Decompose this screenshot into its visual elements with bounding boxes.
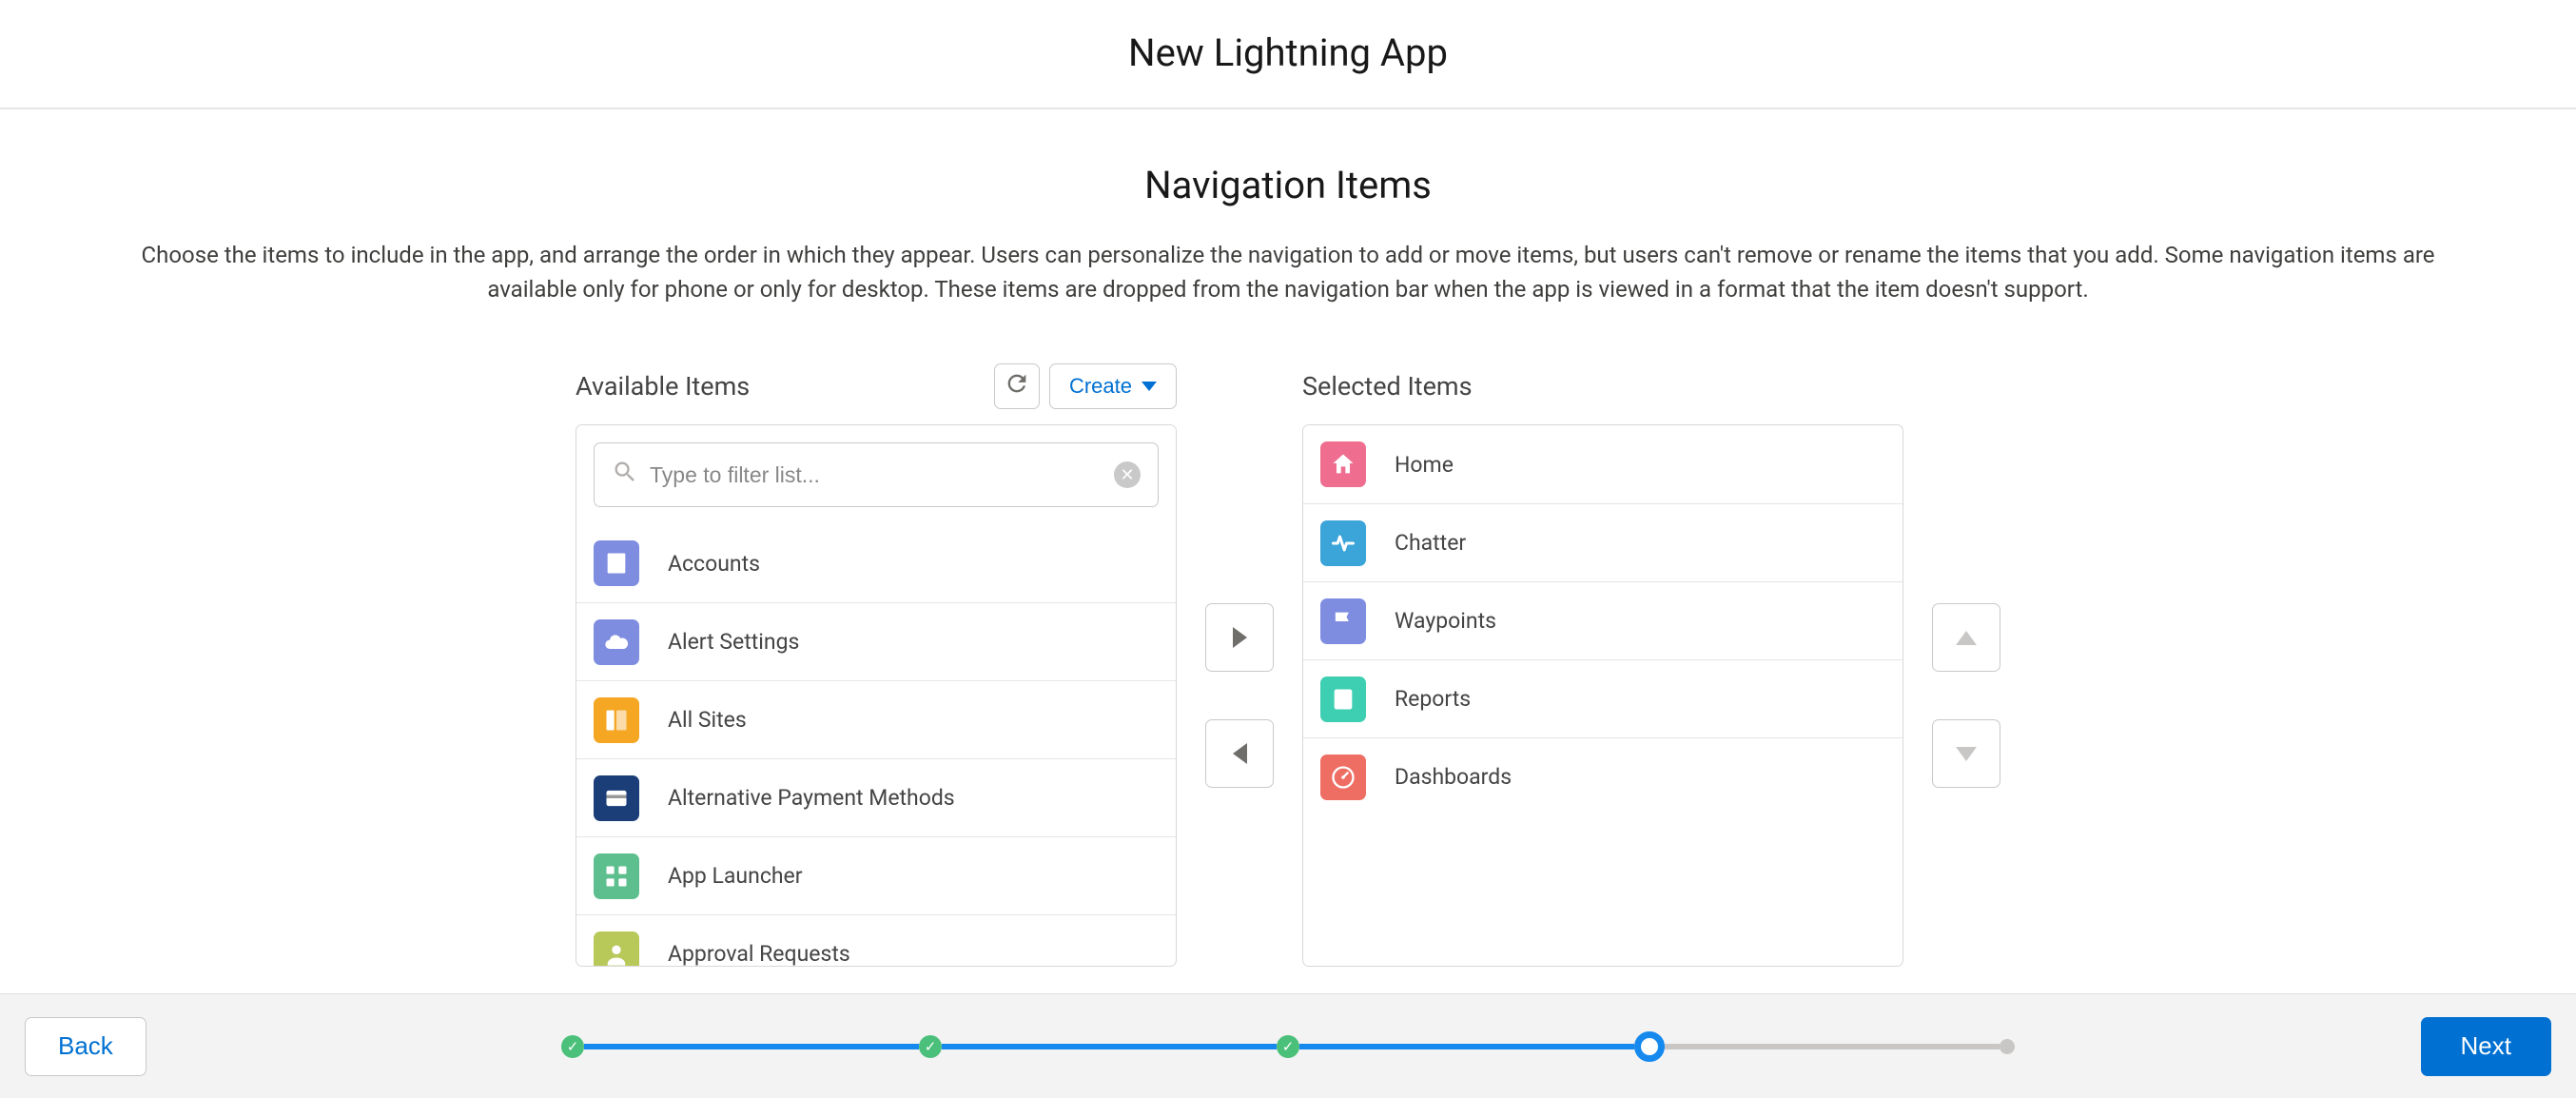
check-icon: ✓	[1277, 1035, 1299, 1058]
progress-line	[584, 1044, 919, 1049]
cloud-icon	[594, 619, 639, 665]
list-item-label: Reports	[1395, 686, 1471, 712]
person-icon	[594, 931, 639, 967]
progress-step-1: ✓	[561, 1035, 584, 1058]
search-input[interactable]	[650, 462, 1114, 488]
modal-header: New Lightning App	[0, 0, 2576, 109]
move-down-button[interactable]	[1932, 719, 2000, 788]
progress-line	[942, 1044, 1277, 1049]
add-remove-controls	[1205, 424, 1274, 967]
future-step-icon	[2000, 1039, 2015, 1054]
list-item-label: Alert Settings	[668, 629, 799, 655]
available-item[interactable]: Accounts	[576, 524, 1176, 602]
progress-step-3: ✓	[1277, 1035, 1299, 1058]
remove-button[interactable]	[1205, 719, 1274, 788]
reorder-controls	[1932, 424, 2000, 967]
list-item-label: Waypoints	[1395, 608, 1496, 634]
selected-item-list: Home Chatter Waypoints Reports Dashboards	[1303, 425, 1903, 815]
available-item[interactable]: Alternative Payment Methods	[576, 758, 1176, 836]
gauge-icon	[1320, 755, 1366, 800]
list-item-label: Accounts	[668, 551, 760, 577]
selected-item[interactable]: Chatter	[1303, 503, 1903, 581]
layout-icon	[594, 697, 639, 743]
move-up-button[interactable]	[1932, 603, 2000, 672]
add-button[interactable]	[1205, 603, 1274, 672]
next-button[interactable]: Next	[2421, 1017, 2551, 1076]
content-area: Navigation Items Choose the items to inc…	[0, 109, 2576, 967]
section-title: Navigation Items	[95, 163, 2481, 207]
progress-step-4	[1634, 1031, 1665, 1062]
selected-item[interactable]: Home	[1303, 425, 1903, 503]
list-item-label: Alternative Payment Methods	[668, 785, 955, 811]
selected-item[interactable]: Reports	[1303, 659, 1903, 737]
triangle-right-icon	[1233, 627, 1247, 648]
list-item-label: Home	[1395, 452, 1454, 478]
create-dropdown-button[interactable]: Create	[1049, 363, 1177, 409]
list-item-label: Approval Requests	[668, 941, 850, 966]
selected-column: Selected Items Home Chatter Waypoints Repor…	[1302, 363, 1903, 967]
chevron-down-icon	[1142, 382, 1157, 391]
card-icon	[594, 775, 639, 821]
progress-indicator: ✓ ✓ ✓	[561, 1031, 2015, 1062]
check-icon: ✓	[919, 1035, 942, 1058]
check-icon: ✓	[561, 1035, 584, 1058]
list-item-label: Dashboards	[1395, 764, 1512, 790]
available-item[interactable]: App Launcher	[576, 836, 1176, 914]
report-icon	[1320, 676, 1366, 722]
back-button[interactable]: Back	[25, 1017, 146, 1076]
selected-item[interactable]: Waypoints	[1303, 581, 1903, 659]
pulse-icon	[1320, 520, 1366, 566]
clear-search-icon[interactable]: ✕	[1114, 461, 1141, 488]
available-column: Available Items Create	[576, 363, 1177, 967]
selected-header: Selected Items	[1302, 363, 1903, 409]
current-step-icon	[1634, 1031, 1665, 1062]
modal-footer: Back ✓ ✓ ✓ Next	[0, 993, 2576, 1098]
selected-item[interactable]: Dashboards	[1303, 737, 1903, 815]
list-item-label: All Sites	[668, 707, 747, 733]
list-item-label: Chatter	[1395, 530, 1466, 556]
triangle-down-icon	[1956, 747, 1977, 761]
refresh-icon	[1004, 370, 1030, 402]
available-item-list: Accounts Alert Settings All Sites Alternati…	[576, 524, 1176, 966]
flag-icon	[1320, 598, 1366, 644]
section-description: Choose the items to include in the app, …	[95, 238, 2481, 306]
available-listbox: ✕ Accounts Alert Settings All Sites Alterna…	[576, 424, 1177, 967]
grid-icon	[594, 853, 639, 899]
available-heading: Available Items	[576, 371, 750, 402]
home-icon	[1320, 441, 1366, 487]
search-container: ✕	[576, 425, 1176, 524]
selected-listbox: Home Chatter Waypoints Reports Dashboards	[1302, 424, 1903, 967]
available-item[interactable]: All Sites	[576, 680, 1176, 758]
available-item[interactable]: Approval Requests	[576, 914, 1176, 966]
progress-step-5	[2000, 1039, 2015, 1054]
triangle-left-icon	[1233, 743, 1247, 764]
create-label: Create	[1069, 374, 1132, 399]
available-header: Available Items Create	[576, 363, 1177, 409]
selected-heading: Selected Items	[1302, 371, 1473, 402]
progress-line	[1665, 1044, 2000, 1049]
dual-listbox: Available Items Create	[95, 363, 2481, 967]
next-label: Next	[2461, 1031, 2511, 1060]
building-icon	[594, 540, 639, 586]
search-icon	[612, 459, 638, 491]
search-box: ✕	[594, 442, 1159, 507]
modal-title: New Lightning App	[0, 30, 2576, 75]
available-item[interactable]: Alert Settings	[576, 602, 1176, 680]
list-item-label: App Launcher	[668, 863, 803, 889]
triangle-up-icon	[1956, 631, 1977, 645]
progress-line	[1299, 1044, 1634, 1049]
progress-step-2: ✓	[919, 1035, 942, 1058]
available-actions: Create	[994, 363, 1177, 409]
back-label: Back	[58, 1031, 113, 1060]
refresh-button[interactable]	[994, 363, 1040, 409]
